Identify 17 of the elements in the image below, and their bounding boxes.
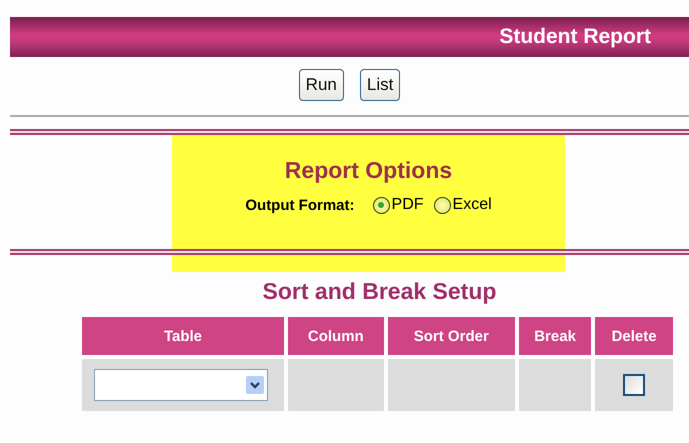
section-title: Sort and Break Setup (262, 278, 498, 305)
radio-icon[interactable] (434, 196, 451, 214)
action-button[interactable]: List (360, 69, 400, 101)
action-button[interactable]: Run (298, 69, 344, 101)
column-header: Delete (595, 317, 673, 355)
radio-option[interactable]: Excel (434, 196, 492, 214)
column-header: Column (288, 317, 384, 355)
field-label: Output Format: (245, 196, 355, 214)
column-header: Break (518, 317, 592, 355)
table-dropdown[interactable] (94, 369, 268, 401)
section-title: Report Options (284, 157, 452, 184)
radio-option[interactable]: PDF (372, 196, 424, 214)
delete-checkbox[interactable] (623, 374, 646, 396)
radio-icon[interactable] (372, 196, 390, 214)
column-header: Table (82, 317, 284, 355)
page-title: Student Report (499, 25, 651, 49)
column-header: Sort Order (388, 317, 515, 355)
